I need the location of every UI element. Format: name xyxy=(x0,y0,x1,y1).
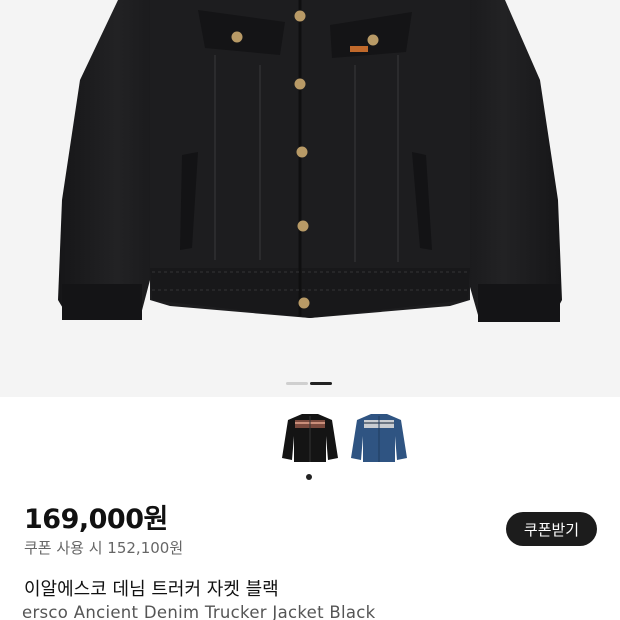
black-jacket-thumbnail[interactable] xyxy=(278,406,342,470)
gallery-pager xyxy=(286,382,332,385)
blue-jacket-thumbnail[interactable] xyxy=(347,406,411,470)
coupon-download-button[interactable]: 쿠폰받기 xyxy=(506,512,597,546)
product-image-gallery[interactable] xyxy=(0,0,620,397)
product-image xyxy=(58,0,562,322)
product-title-korean: 이알에스코 데님 트러커 자켓 블랙 xyxy=(24,579,279,600)
product-title-english: ersco Ancient Denim Trucker Jacket Black xyxy=(22,603,376,620)
pager-dot-active[interactable] xyxy=(310,382,332,385)
coupon-price: 쿠폰 사용 시 152,100원 xyxy=(24,539,184,557)
pager-dot[interactable] xyxy=(286,382,308,385)
variant-thumbnails xyxy=(0,404,620,482)
selected-variant-indicator xyxy=(306,474,312,480)
product-price: 169,000원 xyxy=(24,504,168,535)
